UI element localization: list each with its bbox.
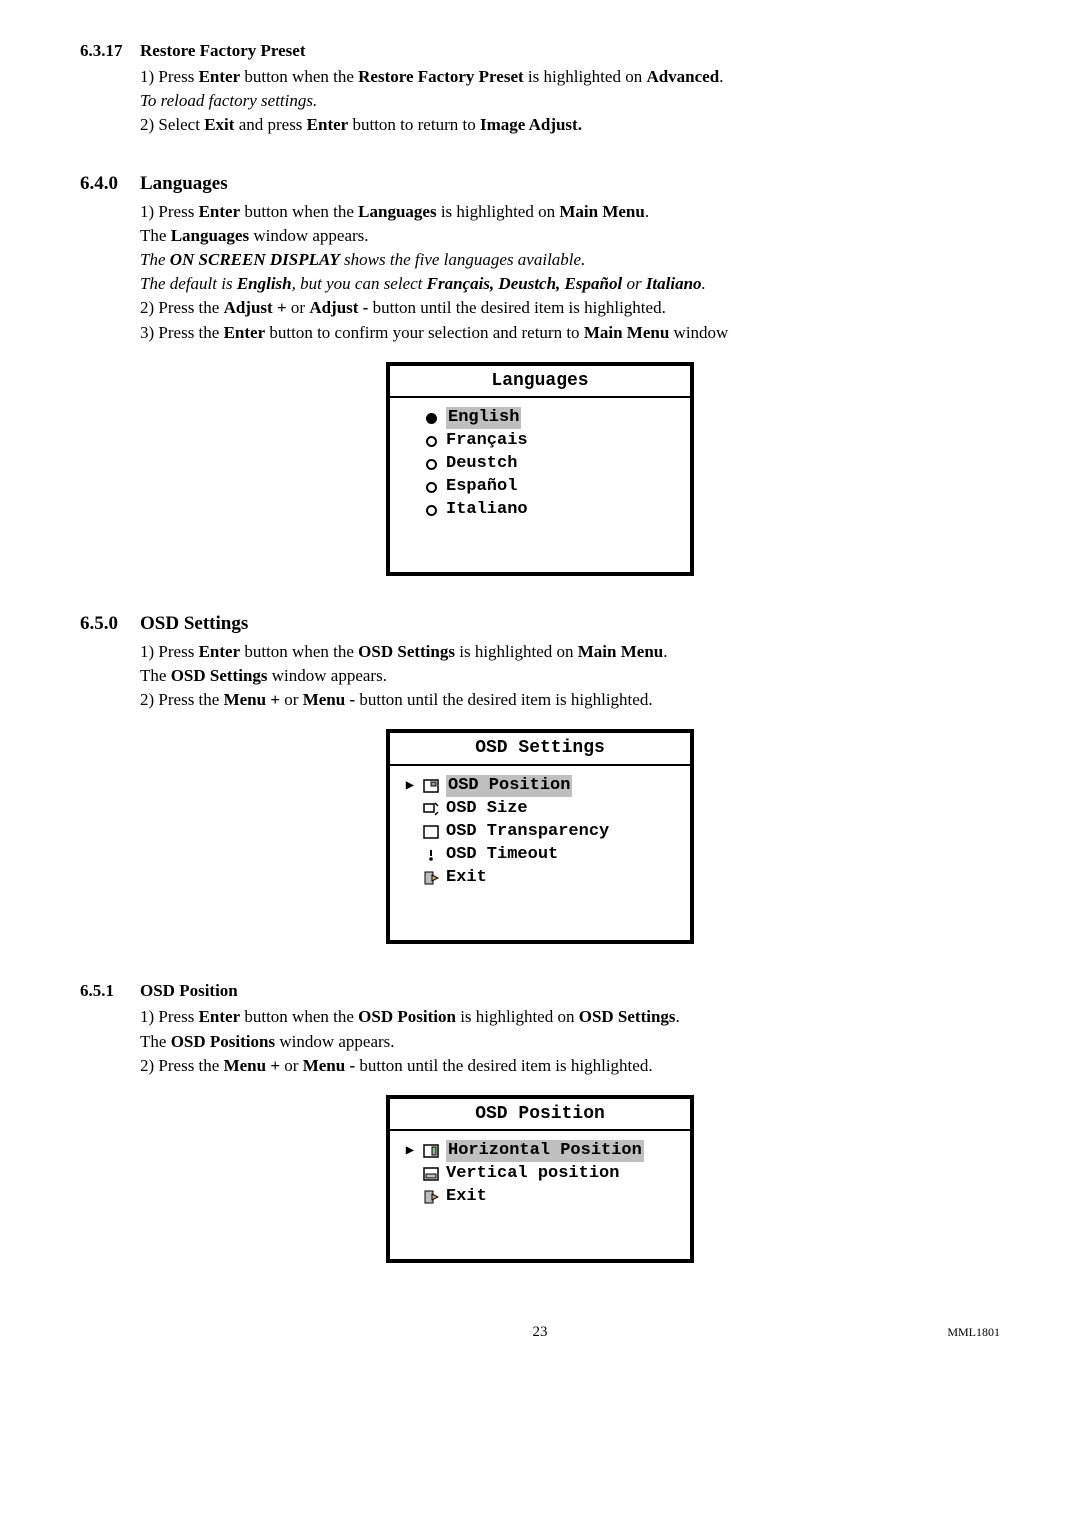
section-6-5-0: 6.5.0 OSD Settings 1) Press Enter button… — [80, 612, 1000, 944]
body-line: 2) Press the Menu + or Menu - button unt… — [140, 689, 1000, 711]
heading-number: 6.4.0 — [80, 172, 140, 197]
panel-item[interactable]: Français — [404, 430, 680, 452]
panel-item[interactable]: OSD Transparency — [404, 821, 680, 843]
osd-timeout-icon — [422, 848, 440, 862]
heading-title: Restore Factory Preset — [140, 40, 306, 62]
panel-item[interactable]: ▶ OSD Position — [404, 775, 680, 797]
panel-item-label: Horizontal Position — [446, 1140, 644, 1162]
heading: 6.3.17 Restore Factory Preset — [80, 40, 1000, 62]
radio-empty — [422, 505, 440, 516]
vpos-icon — [422, 1167, 440, 1181]
panel-title: OSD Settings — [390, 733, 690, 765]
panel-item-label: OSD Position — [446, 775, 572, 797]
body-line: 1) Press Enter button when the OSD Setti… — [140, 641, 1000, 663]
osd-settings-panel: OSD Settings ▶ OSD PositionOSD SizeOSD Tr… — [386, 729, 694, 944]
body-line: 2) Press the Menu + or Menu - button unt… — [140, 1055, 1000, 1077]
section-6-4-0: 6.4.0 Languages 1) Press Enter button wh… — [80, 172, 1000, 576]
radio-empty — [422, 436, 440, 447]
heading-number: 6.5.1 — [80, 980, 140, 1002]
panel-body: ▶ OSD PositionOSD SizeOSD TransparencyOSD… — [390, 766, 690, 940]
panel-item-label: English — [446, 407, 521, 429]
body-line: 1) Press Enter button when the Restore F… — [140, 66, 1000, 88]
panel-item-label: Deustch — [446, 453, 517, 475]
panel-item-label: OSD Timeout — [446, 844, 558, 866]
body-line: The OSD Settings window appears. — [140, 665, 1000, 687]
radio-filled — [422, 413, 440, 424]
hpos-icon — [422, 1144, 440, 1158]
panel-title: Languages — [390, 366, 690, 398]
heading-number: 6.3.17 — [80, 40, 140, 62]
panel-item[interactable]: Italiano — [404, 499, 680, 521]
panel-item-label: Italiano — [446, 499, 528, 521]
body: 1) Press Enter button when the Languages… — [140, 201, 1000, 344]
panel-item[interactable]: OSD Size — [404, 798, 680, 820]
body-line: The default is English, but you can sele… — [140, 273, 1000, 295]
exit-icon — [422, 1190, 440, 1204]
osd-position-icon — [422, 779, 440, 793]
panel-item-label: Vertical position — [446, 1163, 619, 1185]
section-6-3-17: 6.3.17 Restore Factory Preset 1) Press E… — [80, 40, 1000, 136]
body-line: 1) Press Enter button when the Languages… — [140, 201, 1000, 223]
osd-trans-icon — [422, 825, 440, 839]
panel-item[interactable]: Exit — [404, 867, 680, 889]
body-line: 3) Press the Enter button to confirm you… — [140, 322, 1000, 344]
body-line: The OSD Positions window appears. — [140, 1031, 1000, 1053]
heading: 6.5.0 OSD Settings — [80, 612, 1000, 637]
panel-item-label: Exit — [446, 1186, 487, 1208]
osd-size-icon — [422, 802, 440, 816]
body-line: The Languages window appears. — [140, 225, 1000, 247]
panel-item[interactable]: ▶ Horizontal Position — [404, 1140, 680, 1162]
languages-panel: Languages EnglishFrançaisDeustchEspañolI… — [386, 362, 694, 577]
panel-item[interactable]: Exit — [404, 1186, 680, 1208]
panel-item-label: OSD Transparency — [446, 821, 609, 843]
panel-item-label: Español — [446, 476, 517, 498]
panel-item-label: Exit — [446, 867, 487, 889]
section-6-5-1: 6.5.1 OSD Position 1) Press Enter button… — [80, 980, 1000, 1263]
panel-item[interactable]: OSD Timeout — [404, 844, 680, 866]
heading-title: OSD Position — [140, 980, 238, 1002]
panel-item-label: OSD Size — [446, 798, 528, 820]
body: 1) Press Enter button when the Restore F… — [140, 66, 1000, 136]
panel-body: ▶ Horizontal PositionVertical positionExi… — [390, 1131, 690, 1259]
panel-item-label: Français — [446, 430, 528, 452]
panel-body: EnglishFrançaisDeustchEspañolItaliano — [390, 398, 690, 572]
heading-title: Languages — [140, 172, 228, 197]
page-number: 23 — [200, 1323, 880, 1343]
heading: 6.5.1 OSD Position — [80, 980, 1000, 1002]
heading: 6.4.0 Languages — [80, 172, 1000, 197]
panel-item[interactable]: English — [404, 407, 680, 429]
panel-title: OSD Position — [390, 1099, 690, 1131]
cursor-icon: ▶ — [404, 777, 416, 795]
body: 1) Press Enter button when the OSD Posit… — [140, 1006, 1000, 1076]
body: 1) Press Enter button when the OSD Setti… — [140, 641, 1000, 711]
heading-number: 6.5.0 — [80, 612, 140, 637]
body-line: 2) Select Exit and press Enter button to… — [140, 114, 1000, 136]
radio-empty — [422, 482, 440, 493]
page-footer: 23 MML1801 — [80, 1323, 1000, 1343]
body-line: To reload factory settings. — [140, 90, 1000, 112]
panel-item[interactable]: Vertical position — [404, 1163, 680, 1185]
body-line: 1) Press Enter button when the OSD Posit… — [140, 1006, 1000, 1028]
exit-icon — [422, 871, 440, 885]
cursor-icon: ▶ — [404, 1142, 416, 1160]
panel-item[interactable]: Deustch — [404, 453, 680, 475]
doc-code: MML1801 — [880, 1325, 1000, 1341]
radio-empty — [422, 459, 440, 470]
body-line: The ON SCREEN DISPLAY shows the five lan… — [140, 249, 1000, 271]
heading-title: OSD Settings — [140, 612, 248, 637]
osd-position-panel: OSD Position ▶ Horizontal PositionVertica… — [386, 1095, 694, 1264]
panel-item[interactable]: Español — [404, 476, 680, 498]
body-line: 2) Press the Adjust + or Adjust - button… — [140, 297, 1000, 319]
